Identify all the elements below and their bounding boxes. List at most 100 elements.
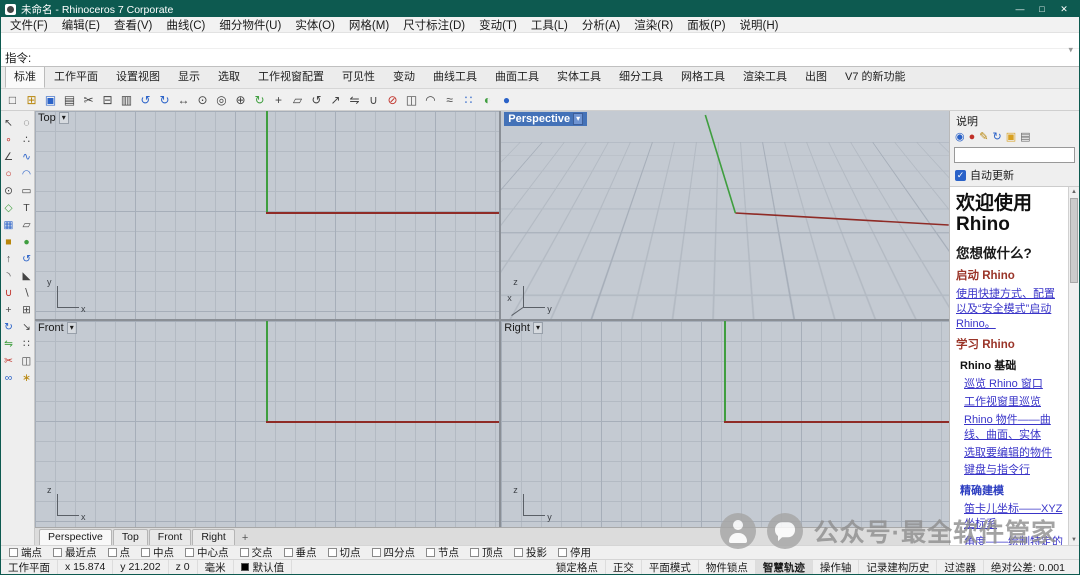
boolean-difference-icon[interactable]: ∖	[19, 285, 34, 300]
viewport-title-top[interactable]: Top ▾	[38, 112, 69, 124]
menu-item[interactable]: 分析(A)	[575, 17, 627, 33]
checked-checkbox-icon[interactable]: ✓	[955, 169, 966, 181]
help-link[interactable]: 笛卡儿坐标——XYZ坐标系	[964, 502, 1064, 532]
chevron-down-icon[interactable]: ▾	[58, 112, 69, 124]
toolbar-tab[interactable]: 出图	[796, 65, 836, 88]
osnap-toggle[interactable]: 投影	[514, 545, 547, 560]
status-toggle[interactable]: 操作轴	[813, 560, 860, 574]
zoom-dynamic-icon[interactable]: ⊙	[194, 91, 211, 108]
zoom-window-icon[interactable]: ◎	[213, 91, 230, 108]
curve-icon[interactable]: ∿	[19, 149, 34, 164]
undo-icon[interactable]: ↺	[137, 91, 154, 108]
rotate-view-icon[interactable]: ↻	[251, 91, 268, 108]
boolean-union-icon[interactable]: ∪	[1, 285, 16, 300]
chamfer-icon[interactable]: ◣	[19, 268, 34, 283]
join-icon[interactable]: ∞	[1, 370, 16, 385]
offset-icon[interactable]: ≈	[441, 91, 458, 108]
osnap-toggle[interactable]: 垂点	[283, 545, 317, 560]
rectangle-icon[interactable]: ▭	[19, 183, 34, 198]
cut-icon[interactable]: ✂	[80, 91, 97, 108]
units-label[interactable]: 毫米	[198, 560, 234, 574]
help-panel-title[interactable]: 说明	[950, 111, 1079, 130]
layer-indicator[interactable]: 默认值	[234, 560, 293, 574]
toolbar-tab[interactable]: 渲染工具	[734, 65, 796, 88]
toolbar-tab[interactable]: 细分工具	[610, 65, 672, 88]
help-link[interactable]: 键盘与指令行	[964, 463, 1064, 478]
toolbar-tab[interactable]: 显示	[169, 65, 209, 88]
help-link[interactable]: Rhino 物件——曲线、曲面、实体	[964, 413, 1064, 443]
checkbox-icon[interactable]	[558, 548, 567, 557]
osnap-toggle[interactable]: 交点	[239, 545, 273, 560]
print-icon[interactable]: ▤	[61, 91, 78, 108]
help-scrollbar[interactable]: ▲ ▼	[1068, 187, 1079, 545]
status-toggle[interactable]: 物件锁点	[699, 560, 756, 574]
auto-update-toggle[interactable]: ✓ 自动更新	[950, 165, 1079, 186]
trim-icon[interactable]: ✂	[1, 353, 16, 368]
polyline-icon[interactable]: ∠	[1, 149, 16, 164]
osnap-toggle[interactable]: 中点	[141, 545, 174, 560]
shade-icon[interactable]: ◐	[479, 91, 496, 108]
menu-item[interactable]: 网格(M)	[342, 17, 396, 33]
help-link[interactable]: 巡览 Rhino 窗口	[964, 377, 1064, 392]
move-icon[interactable]: +	[1, 302, 16, 317]
menu-item[interactable]: 渲染(R)	[627, 17, 680, 33]
toolbar-tab[interactable]: 曲线工具	[424, 65, 486, 88]
checkbox-icon[interactable]	[283, 548, 293, 557]
paste-icon[interactable]: ▥	[118, 91, 135, 108]
plane-icon[interactable]: ▱	[19, 217, 34, 232]
cplane-button[interactable]: 工作平面	[1, 560, 58, 574]
chevron-down-icon[interactable]: ▾	[1068, 44, 1073, 55]
help-link[interactable]: 工作视窗里巡览	[964, 395, 1064, 410]
lasso-icon[interactable]: ◌	[19, 115, 34, 130]
box-icon[interactable]: ■	[1, 234, 16, 249]
scroll-down-icon[interactable]: ▼	[1071, 536, 1077, 544]
scale-icon[interactable]: ↗	[327, 91, 344, 108]
osnap-toggle[interactable]: 端点	[9, 545, 42, 560]
checkbox-icon[interactable]	[514, 548, 523, 557]
fillet-surface-icon[interactable]: ◝	[1, 268, 16, 283]
maximize-button[interactable]: □	[1031, 4, 1053, 15]
surface-icon[interactable]: ▦	[1, 217, 16, 232]
toolbar-tab[interactable]: 网格工具	[672, 65, 734, 88]
osnap-toggle[interactable]: 切点	[327, 545, 361, 560]
osnap-toggle[interactable]: 四分点	[371, 545, 415, 560]
toolbar-tab[interactable]: 设置视图	[107, 65, 169, 88]
sphere-icon[interactable]: ●	[19, 234, 34, 249]
checkbox-icon[interactable]	[185, 548, 194, 557]
viewport-title-perspective[interactable]: Perspective ▾	[504, 112, 588, 126]
point-icon[interactable]: ∘	[1, 132, 16, 147]
viewport-tab[interactable]: Top	[112, 529, 148, 545]
help-search-input[interactable]	[954, 147, 1075, 163]
viewport-tab[interactable]: Right	[192, 529, 235, 545]
viewport-tab[interactable]: Front	[148, 529, 192, 545]
viewport-top[interactable]: Top ▾ y x	[35, 111, 500, 319]
status-toggle[interactable]: 过滤器	[937, 560, 984, 574]
minimize-button[interactable]: —	[1009, 4, 1031, 15]
copy-icon[interactable]: ⊟	[99, 91, 116, 108]
mirror-icon[interactable]: ⇋	[1, 336, 16, 351]
array-icon[interactable]: ∷	[19, 336, 34, 351]
rotate-icon[interactable]: ↻	[1, 319, 16, 334]
split-icon[interactable]: ◫	[19, 353, 34, 368]
polygon-icon[interactable]: ◇	[1, 200, 16, 215]
scrollbar-thumb[interactable]	[1070, 198, 1078, 284]
viewport-title-front[interactable]: Front ▾	[38, 322, 77, 334]
print-icon[interactable]: ▤	[1020, 131, 1030, 144]
compass-icon[interactable]: ◉	[955, 131, 965, 144]
folder-icon[interactable]: ▣	[1006, 131, 1016, 144]
menu-item[interactable]: 细分物件(U)	[212, 17, 288, 33]
copy-object-icon[interactable]: ▱	[289, 91, 306, 108]
move-icon[interactable]: +	[270, 91, 287, 108]
menu-item[interactable]: 面板(P)	[680, 17, 732, 33]
copy-icon[interactable]: ⊞	[19, 302, 34, 317]
menu-item[interactable]: 查看(V)	[107, 17, 159, 33]
toolbar-tab[interactable]: 工作平面	[45, 65, 107, 88]
pan-icon[interactable]: ↔	[175, 91, 192, 108]
extrude-icon[interactable]: ↑	[1, 251, 16, 266]
select-icon[interactable]: ↖	[1, 115, 16, 130]
help-link[interactable]: 选取要编辑的物件	[964, 446, 1064, 461]
checkbox-icon[interactable]	[327, 548, 337, 557]
fillet-icon[interactable]: ◠	[422, 91, 439, 108]
menu-item[interactable]: 文件(F)	[3, 17, 55, 33]
osnap-toggle[interactable]: 节点	[426, 545, 459, 560]
